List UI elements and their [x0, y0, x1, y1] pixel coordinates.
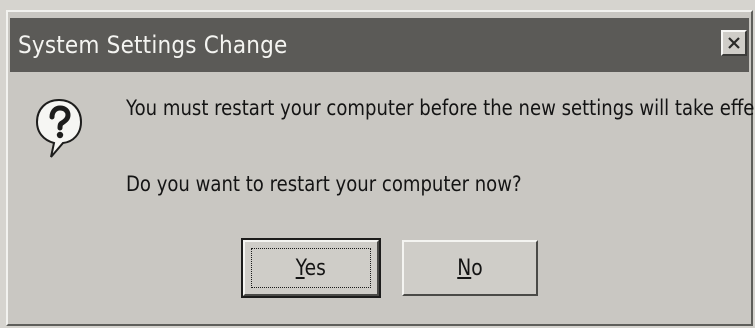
close-icon	[728, 37, 740, 49]
dialog-title: System Settings Change	[18, 31, 288, 59]
dialog-body: You must restart your computer before th…	[8, 74, 755, 324]
close-button[interactable]	[721, 30, 747, 56]
no-label-rest: o	[471, 255, 483, 281]
system-settings-change-dialog: System Settings Change You must restart …	[6, 10, 755, 326]
title-bar[interactable]: System Settings Change	[10, 18, 749, 72]
question-mark-balloon-icon	[35, 98, 83, 158]
yes-accelerator: Y	[295, 255, 305, 281]
no-button[interactable]: No	[402, 240, 538, 296]
yes-button-label: Yes	[296, 256, 326, 281]
yes-label-rest: es	[304, 255, 327, 281]
restart-message: You must restart your computer before th…	[126, 96, 755, 120]
yes-button[interactable]: Yes	[241, 238, 381, 298]
no-accelerator: N	[457, 255, 472, 281]
no-button-label: No	[457, 256, 482, 281]
restart-question: Do you want to restart your computer now…	[126, 172, 522, 196]
